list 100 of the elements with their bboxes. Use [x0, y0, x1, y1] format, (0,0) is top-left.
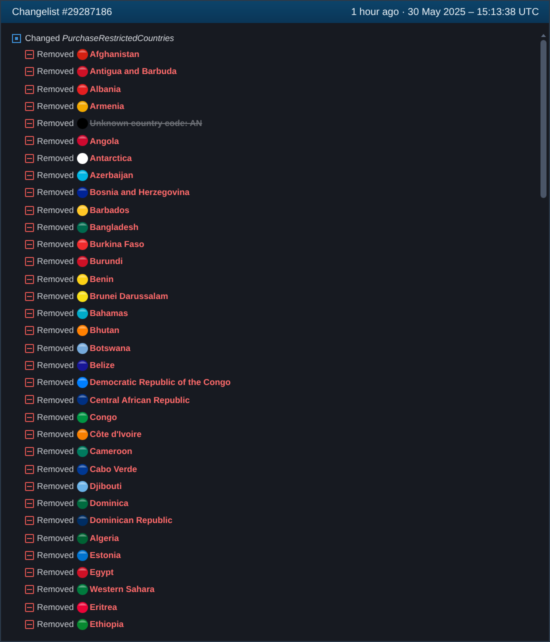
country-name: Burundi	[90, 255, 123, 268]
flag-icon	[76, 567, 88, 578]
flag-icon	[76, 602, 88, 613]
flag-icon	[76, 290, 88, 302]
action-label: Removed	[37, 342, 74, 355]
country-name: Bosnia and Herzegovina	[90, 186, 190, 200]
country-name: Antarctica	[90, 152, 132, 165]
action-label: Removed	[37, 394, 74, 406]
action-label: Removed	[37, 238, 74, 251]
country-name: Democratic Republic of the Congo	[90, 376, 231, 390]
flag-icon	[76, 480, 88, 492]
flag-icon	[76, 84, 88, 95]
country-name: Belize	[90, 358, 115, 372]
flag-icon	[76, 532, 88, 544]
action-label: Removed	[37, 272, 74, 286]
flag-icon	[76, 100, 88, 112]
country-name: Estonia	[90, 548, 121, 562]
action-label: Removed	[37, 410, 74, 424]
action-label: Removed	[37, 290, 74, 303]
action-label: Removed	[37, 480, 74, 493]
country-name: Bhutan	[90, 324, 120, 338]
flag-icon	[76, 515, 88, 526]
action-label: Removed	[37, 100, 74, 113]
action-label: Removed	[37, 204, 74, 216]
action-label: Removed	[37, 376, 74, 390]
country-name: Congo	[90, 410, 117, 424]
flag-icon	[76, 394, 88, 406]
action-label: Removed	[37, 48, 74, 62]
collapse-toggle-icon[interactable]	[12, 34, 21, 42]
action-label: Removed	[37, 600, 74, 614]
flag-icon	[76, 360, 88, 371]
flag-icon	[76, 135, 88, 146]
action-label: Removed	[37, 358, 74, 372]
country-name: Eritrea	[90, 600, 118, 614]
country-name: Barbados	[90, 204, 130, 216]
flag-icon	[76, 170, 88, 181]
country-name: Burkina Faso	[90, 238, 144, 251]
country-name: Bahamas	[90, 307, 128, 320]
action-label: Removed	[37, 514, 74, 528]
timestamp: 1 hour ago · 30 May 2025 – 15:13:38 UTC	[351, 6, 539, 20]
flag-icon	[76, 377, 88, 388]
flag-icon	[76, 66, 88, 78]
flag-icon	[76, 584, 88, 596]
action-label: Removed	[37, 583, 74, 596]
country-name: Armenia	[90, 100, 124, 113]
flag-icon	[76, 239, 88, 250]
flag-icon	[76, 464, 88, 474]
action-label: Removed	[37, 445, 74, 458]
flag-icon	[76, 256, 88, 268]
action-label: Removed	[37, 186, 74, 200]
action-label: Removed	[37, 134, 74, 148]
flag-icon	[76, 412, 88, 423]
changelist-title: Changelist #29287186	[12, 6, 112, 20]
country-name: Brunei Darussalam	[90, 290, 168, 303]
flag-icon	[76, 428, 88, 440]
country-name: Cabo Verde	[90, 462, 138, 476]
flag-icon	[76, 222, 88, 233]
country-name: Botswana	[90, 342, 130, 355]
change-label: Changed PurchaseRestrictedCountries	[25, 32, 174, 44]
action-label: Removed	[37, 152, 74, 165]
country-name: Western Sahara	[90, 583, 155, 596]
action-label: Removed	[37, 324, 74, 338]
flag-icon	[76, 550, 88, 561]
flag-icon	[76, 342, 88, 354]
flag-icon	[76, 187, 88, 198]
country-name: Afghanistan	[90, 48, 140, 62]
action-label: Removed	[37, 532, 74, 545]
country-name: Cameroon	[90, 445, 132, 458]
country-name: Central African Republic	[90, 394, 190, 406]
action-label: Removed	[37, 428, 74, 441]
action-label: Removed	[37, 497, 74, 510]
country-name: Algeria	[90, 532, 119, 545]
country-name: Dominica	[90, 497, 128, 510]
action-label: Removed	[37, 82, 74, 96]
country-name: Antigua and Barbuda	[90, 65, 177, 78]
country-name: Albania	[90, 82, 121, 96]
flag-icon	[76, 498, 88, 510]
country-name: Dominican Republic	[90, 514, 172, 528]
flag-icon	[76, 49, 88, 60]
country-name: Djibouti	[90, 480, 122, 493]
action-label: Removed	[37, 65, 74, 78]
country-name: Côte d'Ivoire	[90, 428, 142, 441]
flag-icon	[76, 325, 88, 336]
country-name: Azerbaijan	[90, 169, 134, 182]
country-name: Bangladesh	[90, 220, 138, 234]
scrollbar[interactable]	[540, 32, 546, 198]
country-name: Ethiopia	[90, 618, 124, 631]
flag-icon	[76, 308, 88, 320]
action-label: Removed	[37, 307, 74, 320]
action-label: Removed	[37, 462, 74, 476]
action-label: Removed	[37, 618, 74, 631]
action-label: Removed	[37, 117, 74, 130]
country-name: Egypt	[90, 566, 114, 580]
flag-icon	[76, 446, 88, 458]
flag-icon	[76, 618, 88, 630]
country-name: Benin	[90, 272, 114, 286]
flag-icon	[76, 118, 88, 130]
country-name: Angola	[90, 134, 119, 148]
unknown-country-label: Unknown country code: AN	[90, 117, 202, 130]
action-label: Removed	[37, 220, 74, 234]
